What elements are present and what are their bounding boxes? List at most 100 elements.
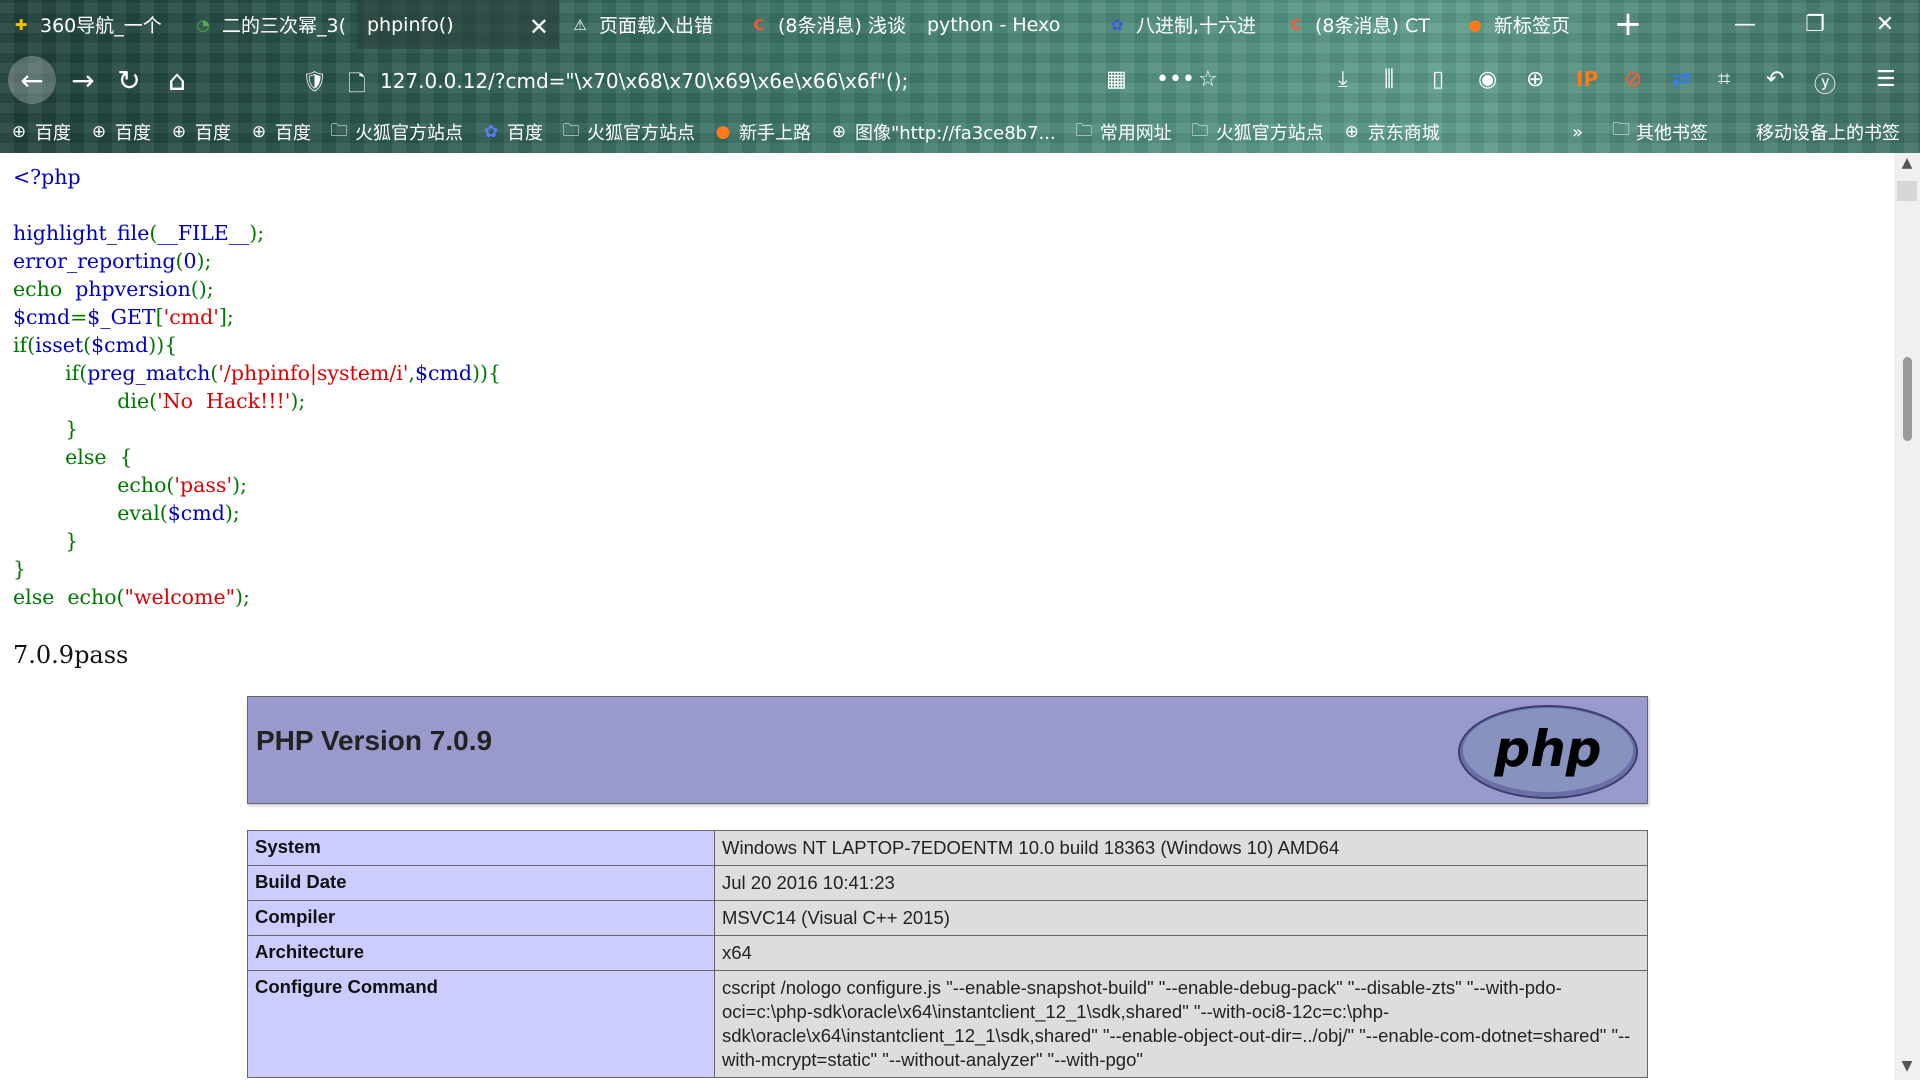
folder-icon: 🗀 xyxy=(1612,119,1630,140)
translate-extension-icon[interactable]: ⇄ xyxy=(1672,67,1690,92)
bookmark-9[interactable]: 🗀 常用网址 xyxy=(1065,111,1181,153)
source-token: (); xyxy=(190,277,214,301)
account-icon[interactable]: ◉ xyxy=(1478,67,1497,92)
scroll-down-arrow-icon[interactable]: ▼ xyxy=(1894,1058,1920,1078)
home-button[interactable]: ⌂ xyxy=(156,59,198,101)
tab-2[interactable]: phpinfo() ✕ xyxy=(357,0,559,49)
minimize-button[interactable]: — xyxy=(1710,0,1780,49)
other-bookmarks-folder[interactable]: 🗀 其他书签 xyxy=(1612,111,1708,153)
tab-0[interactable]: ✚ 360导航_一个 xyxy=(0,0,182,49)
folder-icon: 🗀 xyxy=(562,120,580,141)
source-token: 'cmd' xyxy=(163,305,219,329)
bookmark-6[interactable]: 🗀 火狐官方站点 xyxy=(552,111,704,153)
user-extension-icon[interactable]: ⓨ xyxy=(1814,67,1836,99)
bookmark-7[interactable]: ● 新手上路 xyxy=(704,111,820,153)
restore-button[interactable]: ❐ xyxy=(1780,0,1850,49)
source-token: ]; xyxy=(218,305,234,329)
vertical-scrollbar[interactable]: ▲ ▼ xyxy=(1894,153,1920,1080)
tab-5[interactable]: python - Hexo xyxy=(917,0,1096,49)
source-token: )){ xyxy=(148,333,178,357)
download-icon[interactable]: ⤓ xyxy=(1338,67,1348,92)
tab-title: (8条消息) CT xyxy=(1315,15,1430,37)
close-window-button[interactable]: ✕ xyxy=(1850,0,1920,49)
home-icon: ⌂ xyxy=(168,63,186,97)
source-token: ); xyxy=(249,221,265,245)
source-token: 0 xyxy=(183,249,197,273)
source-token: eval( xyxy=(13,501,168,525)
tab-8[interactable]: ● 新标签页 xyxy=(1454,0,1609,49)
info-value: x64 xyxy=(714,935,1648,971)
globe-icon[interactable]: ⊕ xyxy=(1526,67,1544,92)
source-line: echo('pass'); xyxy=(13,471,501,499)
bookmark-11[interactable]: ⊕ 京东商城 xyxy=(1333,111,1449,153)
bookmark-label: 火狐官方站点 xyxy=(355,123,463,144)
source-token: [ xyxy=(155,305,164,329)
bookmark-5[interactable]: ✿ 百度 xyxy=(472,111,552,153)
forward-button[interactable]: → xyxy=(62,59,104,101)
php-source-code: <?php highlight_file(__FILE__); error_repo… xyxy=(13,163,501,611)
folder-icon: 🗀 xyxy=(330,120,348,141)
page-info-icon[interactable]: 🗋 xyxy=(348,67,366,105)
source-line: error_reporting(0); xyxy=(13,247,501,275)
source-token: if( xyxy=(13,361,88,385)
screenshot-icon[interactable]: ⌗ xyxy=(1718,67,1730,92)
source-line xyxy=(13,191,501,219)
source-token: else { xyxy=(13,445,133,469)
info-value: Jul 20 2016 10:41:23 xyxy=(714,865,1648,901)
tab-4[interactable]: C (8条消息) 浅谈 xyxy=(738,0,917,49)
mobile-bookmarks-folder[interactable]: 移动设备上的书签 xyxy=(1756,111,1900,153)
source-token: die( xyxy=(13,389,158,413)
bookmark-label: 新手上路 xyxy=(739,123,811,144)
bookmark-label: 百度 xyxy=(115,123,151,144)
url-text[interactable]: 127.0.0.12/?cmd="\x70\x68\x70\x69\x6e\x6… xyxy=(380,69,908,93)
source-token: '/phpinfo|system/i' xyxy=(218,361,409,385)
menu-icon[interactable]: ☰ xyxy=(1876,67,1896,92)
source-line: else { xyxy=(13,443,501,471)
source-token: error_reporting xyxy=(13,249,176,273)
source-token: phpversion xyxy=(75,277,191,301)
reload-button[interactable]: ↻ xyxy=(108,59,150,101)
qr-code-icon[interactable]: ▦ xyxy=(1106,67,1127,92)
new-tab-button[interactable]: + xyxy=(1608,4,1648,44)
scroll-up-arrow-icon[interactable]: ▲ xyxy=(1894,155,1920,175)
info-key: System xyxy=(247,830,715,866)
source-line: if(preg_match('/phpinfo|system/i',$cmd))… xyxy=(13,359,501,387)
bookmark-1[interactable]: ⊕ 百度 xyxy=(80,111,160,153)
back-button[interactable]: ← xyxy=(8,56,56,104)
baidu-paw-icon: ✿ xyxy=(1110,15,1124,34)
undo-icon[interactable]: ↶ xyxy=(1766,67,1784,92)
ip-extension-icon[interactable]: IP xyxy=(1576,67,1598,91)
table-row: Architecture x64 xyxy=(247,935,1648,971)
url-bar[interactable]: 🛡 🗋 127.0.0.12/?cmd="\x70\x68\x70\x69\x6… xyxy=(290,61,1800,101)
tab-3[interactable]: ⚠ 页面载入出错 xyxy=(559,0,738,49)
close-tab-icon[interactable]: ✕ xyxy=(529,13,549,41)
window-controls: — ❐ ✕ xyxy=(1710,0,1920,49)
sidebar-icon[interactable]: ▯ xyxy=(1432,67,1444,92)
block-extension-icon[interactable]: ⊘ xyxy=(1624,67,1642,92)
bookmark-label: 百度 xyxy=(507,123,543,144)
library-icon[interactable]: ⫼ xyxy=(1384,67,1394,92)
globe-icon: ⊕ xyxy=(171,122,187,142)
source-token: ); xyxy=(290,389,306,413)
tab-6[interactable]: ✿ 八进制,十六进 xyxy=(1096,0,1275,49)
bookmark-3[interactable]: ⊕ 百度 xyxy=(240,111,320,153)
bookmark-8[interactable]: ⊕ 图像"http://fa3ce8b7... xyxy=(820,111,1065,153)
scrollbar-thumb[interactable] xyxy=(1903,357,1912,441)
bookmark-4[interactable]: 🗀 火狐官方站点 xyxy=(320,111,472,153)
source-token: <?php xyxy=(13,165,81,189)
tracking-shield-icon[interactable]: 🛡 xyxy=(302,69,327,93)
bookmark-star-icon[interactable]: ☆ xyxy=(1198,67,1218,92)
warning-icon: ⚠ xyxy=(573,15,587,34)
bookmark-2[interactable]: ⊕ 百度 xyxy=(160,111,240,153)
tab-1[interactable]: ◔ 二的三次幂_3( xyxy=(182,0,357,49)
source-token: __FILE__ xyxy=(157,221,250,245)
bookmark-10[interactable]: 🗀 火狐官方站点 xyxy=(1181,111,1333,153)
tab-title: (8条消息) 浅谈 xyxy=(778,15,906,37)
php-logo[interactable]: php xyxy=(1457,704,1639,800)
bookmark-0[interactable]: ⊕ 百度 xyxy=(0,111,80,153)
bookmark-label: 京东商城 xyxy=(1367,123,1440,144)
page-actions-icon[interactable]: ••• xyxy=(1156,67,1195,92)
bookmarks-overflow-button[interactable]: » xyxy=(1572,111,1583,153)
csdn-icon: C xyxy=(753,15,765,34)
tab-7[interactable]: C (8条消息) CT xyxy=(1275,0,1454,49)
